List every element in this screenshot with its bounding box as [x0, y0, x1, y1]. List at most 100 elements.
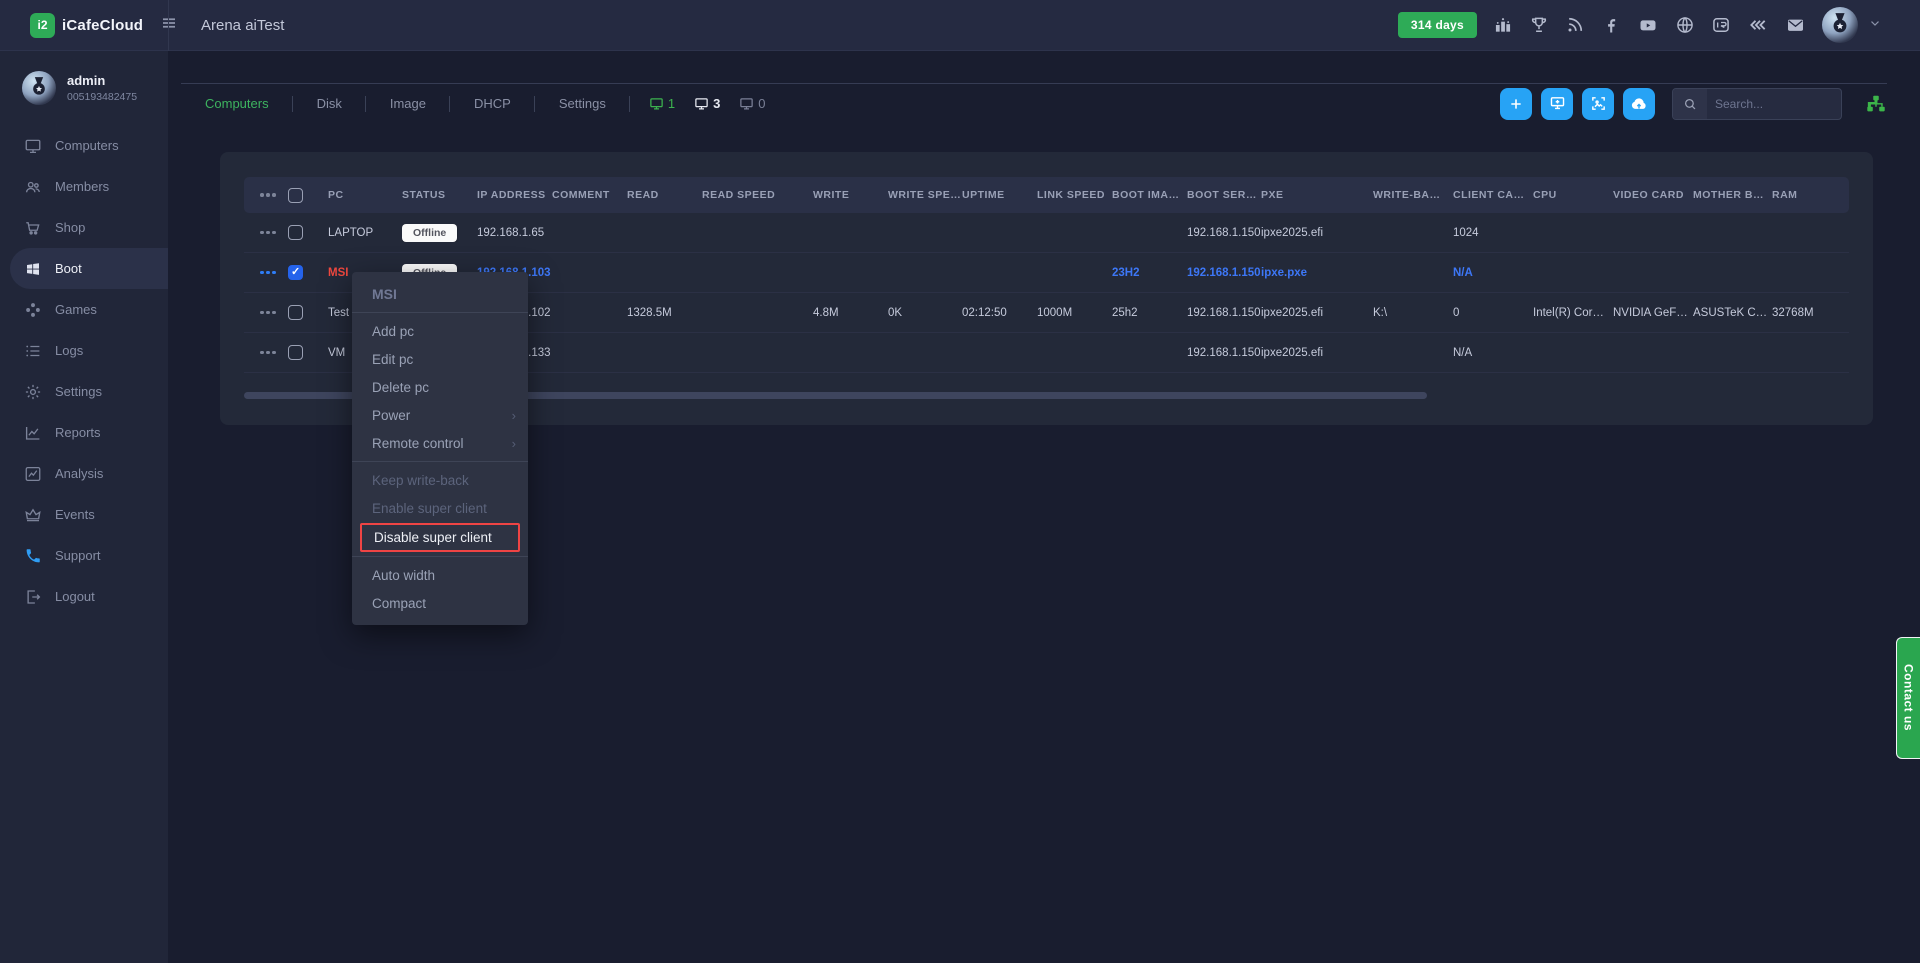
- col-client-cache[interactable]: CLIENT CA…: [1453, 189, 1533, 201]
- tab-disk[interactable]: Disk: [293, 84, 366, 124]
- youtube-icon[interactable]: [1637, 15, 1659, 35]
- col-boot-server[interactable]: BOOT SER…: [1187, 189, 1261, 201]
- boot-server: 192.168.1.150: [1187, 347, 1261, 359]
- select-all-checkbox[interactable]: [288, 188, 303, 203]
- row-menu-icon[interactable]: [244, 311, 288, 315]
- monitor-total-icon: [693, 96, 710, 111]
- menu-item-delete-pc[interactable]: Delete pc: [352, 373, 528, 401]
- row-checkbox[interactable]: [288, 225, 303, 240]
- menu-item-remote-control[interactable]: Remote control›: [352, 429, 528, 457]
- col-write-speed[interactable]: WRITE SPE…: [888, 189, 962, 201]
- add-pc-button[interactable]: [1500, 88, 1532, 120]
- icafecloud-mini-icon[interactable]: [1711, 15, 1731, 35]
- cart-icon: [24, 219, 42, 237]
- menu-item-compact[interactable]: Compact: [352, 589, 528, 617]
- rss-icon[interactable]: [1565, 15, 1585, 35]
- link-speed: 1000M: [1037, 307, 1112, 319]
- table-row: LAPTOP Offline 192.168.1.65 192.168.1.15…: [244, 213, 1849, 253]
- sidebar-item-support[interactable]: Support: [0, 535, 168, 576]
- sidebar-item-shop[interactable]: Shop: [0, 207, 168, 248]
- row-menu-icon[interactable]: [244, 351, 288, 355]
- tab-settings[interactable]: Settings: [535, 84, 630, 124]
- col-cpu[interactable]: CPU: [1533, 189, 1613, 201]
- header-row-menu-icon[interactable]: [244, 193, 288, 197]
- col-pc[interactable]: PC: [328, 189, 402, 201]
- sidebar-item-settings[interactable]: Settings: [0, 371, 168, 412]
- col-video-card[interactable]: VIDEO CARD: [1613, 189, 1693, 201]
- pc-name[interactable]: LAPTOP: [328, 227, 402, 239]
- layers-icon[interactable]: [1747, 15, 1769, 35]
- facebook-icon[interactable]: [1601, 15, 1621, 35]
- sidebar-item-label: Games: [55, 302, 97, 317]
- sidebar-item-computers[interactable]: Computers: [0, 125, 168, 166]
- col-pxe[interactable]: PXE: [1261, 189, 1373, 201]
- col-motherboard[interactable]: MOTHER B…: [1693, 189, 1772, 201]
- write: 4.8M: [813, 307, 888, 319]
- sidebar-item-logout[interactable]: Logout: [0, 576, 168, 617]
- cloud-upload-button[interactable]: [1623, 88, 1655, 120]
- sidebar-item-members[interactable]: Members: [0, 166, 168, 207]
- monitor-plus-icon: [1549, 95, 1566, 112]
- sidebar-item-analysis[interactable]: Analysis: [0, 453, 168, 494]
- menu-item-disable-super-client[interactable]: Disable super client: [360, 523, 520, 552]
- topbar-right: 314 days: [1398, 7, 1920, 43]
- trophy-icon[interactable]: [1529, 15, 1549, 35]
- sidebar-item-label: Analysis: [55, 466, 103, 481]
- row-checkbox[interactable]: [288, 305, 303, 320]
- menu-item-add-pc[interactable]: Add pc: [352, 317, 528, 345]
- menu-item-edit-pc[interactable]: Edit pc: [352, 345, 528, 373]
- boot-server: 192.168.1.150: [1187, 307, 1261, 319]
- col-ram[interactable]: RAM: [1772, 189, 1849, 201]
- col-comment[interactable]: COMMENT: [552, 189, 627, 201]
- col-read[interactable]: READ: [627, 189, 702, 201]
- col-status[interactable]: STATUS: [402, 189, 477, 201]
- contact-us-label: Contact us: [1902, 664, 1916, 731]
- sitemap-icon[interactable]: [1865, 93, 1887, 115]
- hamburger-menu-icon[interactable]: [160, 14, 178, 37]
- list-icon: [24, 342, 42, 360]
- sidebar-item-reports[interactable]: Reports: [0, 412, 168, 453]
- row-checkbox-checked[interactable]: [288, 265, 303, 280]
- uptime: 02:12:50: [962, 307, 1037, 319]
- sidebar-user[interactable]: admin 005193482475: [0, 51, 168, 119]
- col-link-speed[interactable]: LINK SPEED: [1037, 189, 1112, 201]
- row-menu-icon[interactable]: [244, 231, 288, 235]
- header-divider: [168, 0, 169, 51]
- col-boot-image[interactable]: BOOT IMA…: [1112, 189, 1187, 201]
- tab-computers[interactable]: Computers: [181, 84, 293, 124]
- col-write[interactable]: WRITE: [813, 189, 888, 201]
- deploy-pc-button[interactable]: [1541, 88, 1573, 120]
- col-write-back[interactable]: WRITE-BA…: [1373, 189, 1453, 201]
- sidebar-item-games[interactable]: Games: [0, 289, 168, 330]
- tab-dhcp[interactable]: DHCP: [450, 84, 535, 124]
- globe-icon[interactable]: [1675, 15, 1695, 35]
- client-cache: 0: [1453, 307, 1533, 319]
- table-header-row: PC STATUS IP ADDRESS COMMENT READ READ S…: [244, 177, 1849, 213]
- capture-image-button[interactable]: [1582, 88, 1614, 120]
- brand-name: iCafeCloud: [62, 17, 143, 34]
- row-menu-icon[interactable]: [244, 271, 288, 275]
- col-uptime[interactable]: UPTIME: [962, 189, 1037, 201]
- pc-count-online[interactable]: 1: [648, 96, 675, 111]
- row-checkbox[interactable]: [288, 345, 303, 360]
- sidebar-item-events[interactable]: Events: [0, 494, 168, 535]
- contact-us-button[interactable]: Contact us: [1896, 637, 1920, 759]
- col-read-speed[interactable]: READ SPEED: [702, 189, 813, 201]
- user-avatar[interactable]: [1822, 7, 1858, 43]
- chevron-down-icon[interactable]: [1868, 16, 1882, 35]
- pc-count-total[interactable]: 3: [693, 96, 720, 111]
- sidebar-item-boot[interactable]: Boot: [10, 248, 168, 289]
- windows-icon: [24, 260, 42, 278]
- ranking-icon[interactable]: [1493, 15, 1513, 35]
- pc-count-other[interactable]: 0: [738, 96, 765, 111]
- menu-item-auto-width[interactable]: Auto width: [352, 561, 528, 589]
- context-menu-title: MSI: [352, 278, 528, 308]
- search-input[interactable]: [1707, 97, 1842, 111]
- motherboard: ASUSTeK C…: [1693, 307, 1772, 319]
- mail-icon[interactable]: [1785, 15, 1806, 35]
- col-ip-address[interactable]: IP ADDRESS: [477, 189, 552, 201]
- menu-item-power[interactable]: Power›: [352, 401, 528, 429]
- tab-image[interactable]: Image: [366, 84, 450, 124]
- license-days-badge: 314 days: [1398, 12, 1477, 38]
- sidebar-item-logs[interactable]: Logs: [0, 330, 168, 371]
